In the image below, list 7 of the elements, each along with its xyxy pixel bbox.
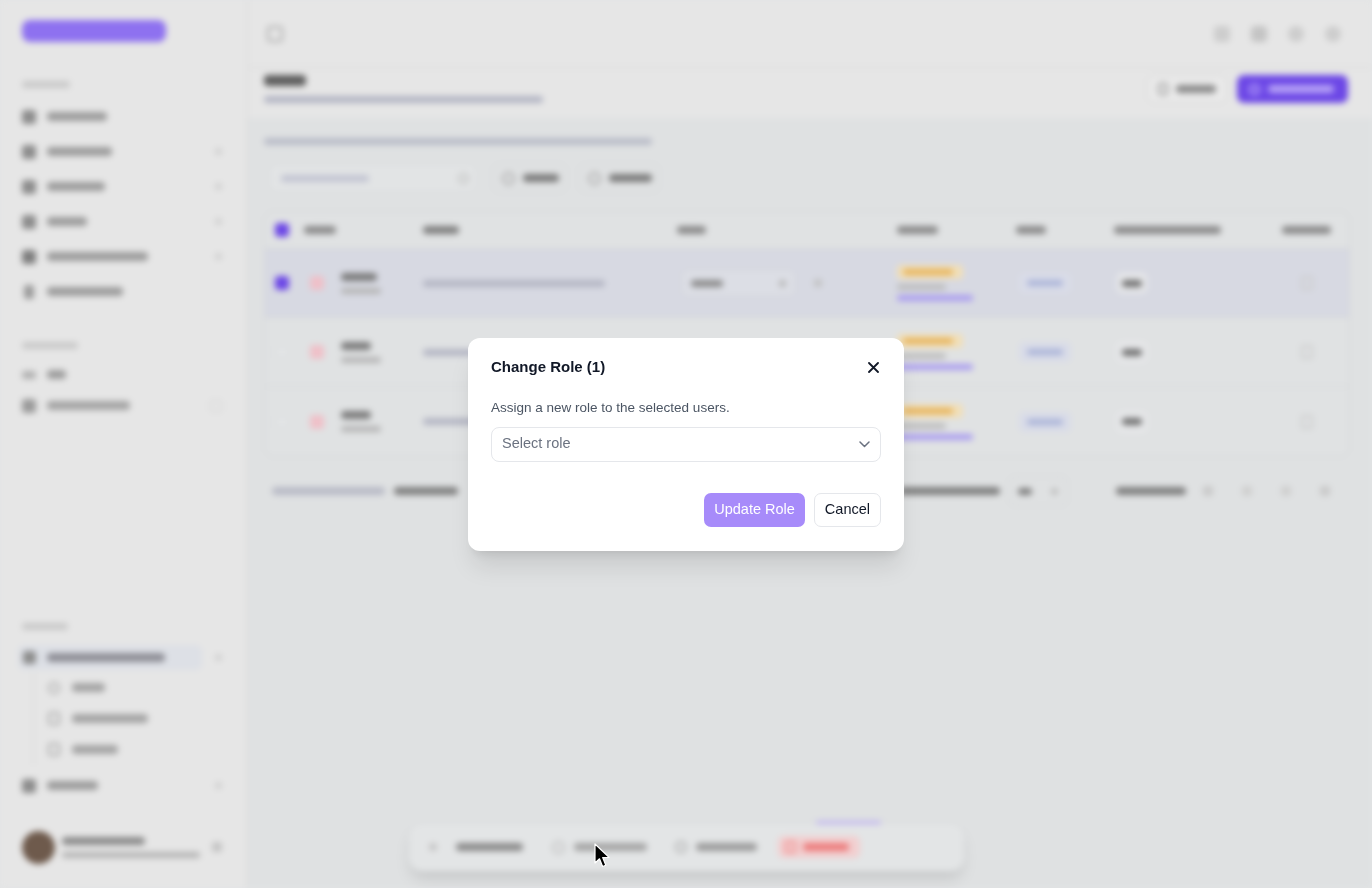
chevron-down-icon	[859, 440, 870, 448]
role-select[interactable]: Select role	[491, 426, 881, 462]
dialog-description: Assign a new role to the selected users.	[491, 398, 731, 417]
cancel-button[interactable]: Cancel	[813, 492, 881, 527]
close-icon	[867, 362, 879, 373]
pointer-icon	[594, 843, 611, 868]
dialog-title: Change Role (1)	[491, 357, 606, 378]
